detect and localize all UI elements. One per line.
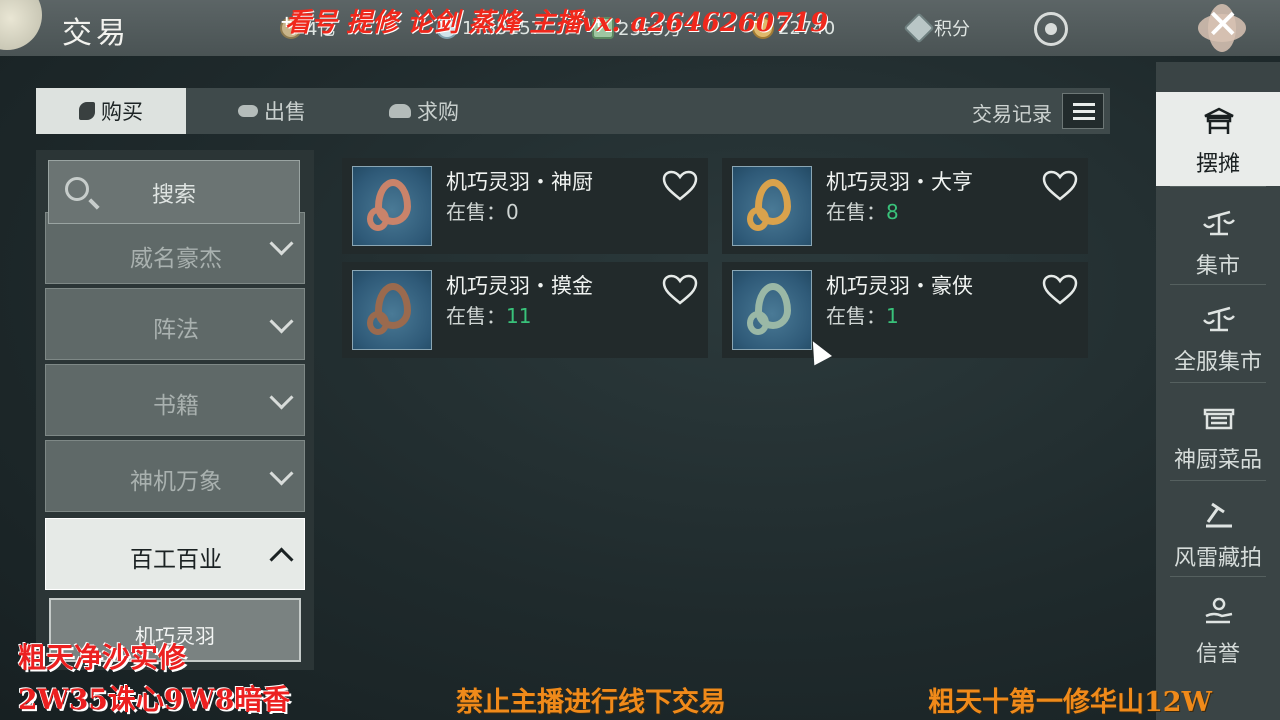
feather-item-icon <box>732 270 812 350</box>
overlay-text: 禁止主播进行线下交易 <box>456 687 726 718</box>
favorite-heart-icon[interactable] <box>1042 274 1078 306</box>
reputation-hand-icon <box>1205 597 1233 624</box>
list-icon[interactable] <box>1062 93 1104 129</box>
stall-icon <box>1204 107 1234 134</box>
item-stock: 在售：0 <box>446 200 519 224</box>
scale-icon <box>1203 306 1235 332</box>
request-icon <box>389 104 411 118</box>
currency-points[interactable]: 积分 <box>903 12 970 44</box>
points-gem-icon <box>903 12 935 44</box>
nav-market[interactable]: 集市 <box>1156 194 1280 288</box>
item-card[interactable]: 机巧灵羽・豪侠 在售：1 <box>722 262 1088 358</box>
category-shenji[interactable]: 神机万象 <box>45 440 305 512</box>
nav-reputation[interactable]: 信誉 <box>1156 582 1280 676</box>
close-button[interactable]: ✕ <box>1190 0 1254 56</box>
item-stock: 在售：1 <box>826 304 899 328</box>
nav-auction[interactable]: 风雷藏拍 <box>1156 486 1280 580</box>
tab-buy[interactable]: 购买 <box>36 88 186 134</box>
item-card[interactable]: 机巧灵羽・神厨 在售：0 <box>342 158 708 254</box>
trade-tabs: 购买 出售 求购 交易记录 <box>36 88 1110 134</box>
item-card[interactable]: 机巧灵羽・摸金 在售：11 <box>342 262 708 358</box>
nav-server-market[interactable]: 全服集市 <box>1156 290 1280 384</box>
favorite-heart-icon[interactable] <box>662 170 698 202</box>
food-stall-icon <box>1203 408 1235 430</box>
category-shuji[interactable]: 书籍 <box>45 364 305 436</box>
scale-icon <box>1203 210 1235 236</box>
feather-item-icon <box>352 270 432 350</box>
item-name: 机巧灵羽・大亨 <box>826 170 973 194</box>
item-grid: 机巧灵羽・神厨 在售：0 机巧灵羽・大亨 在售：8 机巧灵羽・摸金 在售：11 … <box>334 150 1110 670</box>
search-button-overlay: 搜索 <box>48 160 300 224</box>
nav-chef-dishes[interactable]: 神厨菜品 <box>1156 388 1280 482</box>
feather-item-icon <box>732 166 812 246</box>
tab-sell[interactable]: 出售 <box>222 88 322 134</box>
category-sidebar: 搜索 威名豪杰 搜索 阵法 书籍 神机万象 百工百业 机巧灵羽 <box>36 150 314 670</box>
feather-item-icon <box>352 166 432 246</box>
favorite-heart-icon[interactable] <box>662 274 698 306</box>
streamer-watermark: 看号 提修 论剑 蒸烽 主播vx: a2646260719 <box>285 8 829 38</box>
moon-decoration <box>0 0 42 50</box>
buy-icon <box>79 102 95 120</box>
item-name: 机巧灵羽・豪侠 <box>826 274 973 298</box>
settings-gear-icon[interactable] <box>1034 12 1068 46</box>
sell-hand-icon <box>238 105 258 117</box>
gavel-icon <box>1206 502 1232 528</box>
item-name: 机巧灵羽・摸金 <box>446 274 593 298</box>
top-bar: 交易 4亿 1739157 2353万 22740 积分 看号 提修 论剑 蒸烽… <box>0 0 1280 56</box>
close-icon: ✕ <box>1206 2 1240 48</box>
overlay-text: 粗天净沙实修 <box>18 641 187 674</box>
trade-records-link[interactable]: 交易记录 <box>972 98 1052 127</box>
item-card[interactable]: 机巧灵羽・大亨 在售：8 <box>722 158 1088 254</box>
nav-stall[interactable]: 摆摊 <box>1156 92 1280 186</box>
category-zhenfa[interactable]: 阵法 <box>45 288 305 360</box>
tab-request[interactable]: 求购 <box>374 88 474 134</box>
right-nav: 摆摊 集市 全服集市 神厨菜品 风雷藏拍 信誉 <box>1156 62 1280 720</box>
favorite-heart-icon[interactable] <box>1042 170 1078 202</box>
overlay-text: 2W35诛心9W8暗香 <box>18 683 291 716</box>
category-baigong[interactable]: 百工百业 <box>45 518 305 590</box>
item-stock: 在售：8 <box>826 200 899 224</box>
item-stock: 在售：11 <box>446 304 532 328</box>
page-title: 交易 <box>62 16 130 51</box>
currency-value: 积分 <box>934 19 970 40</box>
item-name: 机巧灵羽・神厨 <box>446 170 593 194</box>
overlay-text: 粗天十第一修华山12W <box>928 687 1212 718</box>
